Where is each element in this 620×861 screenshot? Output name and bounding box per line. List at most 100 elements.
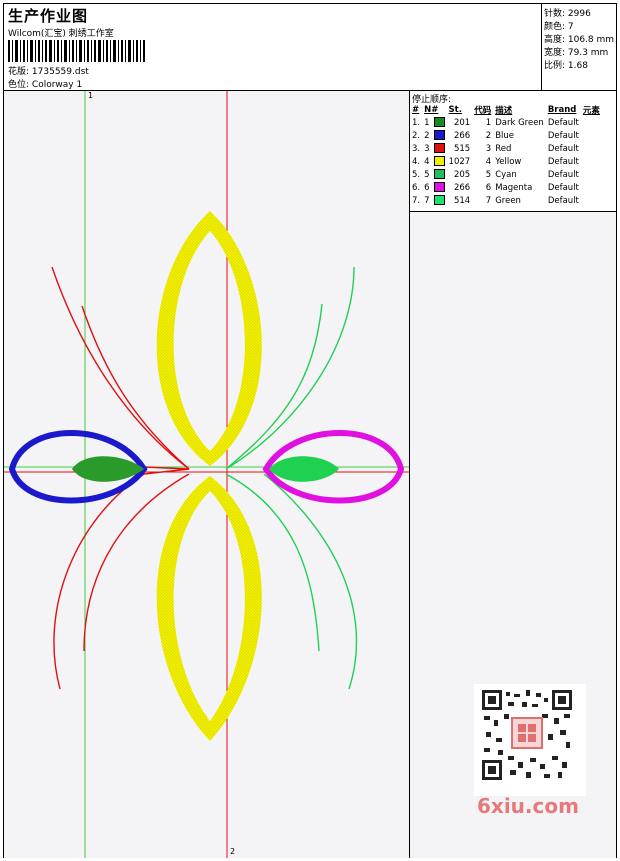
colorway-label: 色位: <box>8 80 30 90</box>
table-header-row: # N# St. 代码 描述 Brand 元素 <box>410 103 602 116</box>
row-index: 7. <box>412 195 421 206</box>
row-code: 3 <box>485 143 492 154</box>
table-row: 5. 5 205 5 Cyan Default <box>410 168 602 181</box>
color-count: 颜色: 7 <box>544 22 574 32</box>
design-width: 宽度: 79.3 mm <box>544 48 609 58</box>
row-stitches: 205 <box>453 169 471 180</box>
row-swatch <box>432 142 447 155</box>
company-name: Wilcom(汇宝) 刺绣工作室 <box>8 29 114 39</box>
file-label: 花版: <box>8 67 30 77</box>
row-index: 6. <box>412 182 421 193</box>
barcode <box>8 40 145 62</box>
embroidery-design <box>4 91 409 858</box>
stop-sequence-panel: 停止顺序: # N# St. 代码 描述 Brand 元素 1. 1 201 1 Dar… <box>410 91 616 212</box>
color-swatch <box>433 195 445 206</box>
row-brand: Default <box>547 130 579 141</box>
header: 生产作业图 Wilcom(汇宝) 刺绣工作室 花版: 1735559.dst 色… <box>4 4 616 91</box>
row-desc: Magenta <box>495 182 533 193</box>
row-swatch <box>432 155 447 168</box>
row-element <box>581 129 602 142</box>
color-swatch <box>433 130 445 141</box>
row-stitches: 266 <box>453 182 471 193</box>
stats-panel: 针数: 2996 颜色: 7 高度: 106.8 mm 宽度: 79.3 mm … <box>541 4 617 90</box>
row-code: 6 <box>485 182 492 193</box>
table-row: 4. 4 1027 4 Yellow Default <box>410 155 602 168</box>
color-swatch <box>433 182 445 193</box>
table-row: 7. 7 514 7 Green Default <box>410 194 602 207</box>
file-value: 1735559.dst <box>31 67 89 77</box>
yellow-petal-bottom <box>156 476 262 741</box>
table-row: 6. 6 266 6 Magenta Default <box>410 181 602 194</box>
row-swatch <box>432 168 447 181</box>
design-ratio: 比例: 1.68 <box>544 61 588 71</box>
row-element <box>581 181 602 194</box>
col-code: 代码 <box>474 105 492 116</box>
row-code: 2 <box>485 130 492 141</box>
col-desc: 描述 <box>495 105 513 116</box>
color-swatch <box>433 169 445 180</box>
qr-code <box>474 684 586 796</box>
guide-label-top: 1 <box>88 91 94 100</box>
row-element <box>581 155 602 168</box>
design-preview: 1 2 <box>4 91 410 858</box>
row-brand: Default <box>547 117 579 128</box>
row-swatch <box>432 129 447 142</box>
row-n: 2 <box>424 130 430 141</box>
row-n: 5 <box>424 169 430 180</box>
table-row: 1. 1 201 1 Dark Green Default <box>410 116 602 129</box>
row-stitches: 266 <box>453 130 471 141</box>
worksheet-frame: 生产作业图 Wilcom(汇宝) 刺绣工作室 花版: 1735559.dst 色… <box>3 3 617 858</box>
row-brand: Default <box>547 156 579 167</box>
row-n: 4 <box>424 156 430 167</box>
colorway-value: Colorway 1 <box>31 80 83 90</box>
row-element <box>581 194 602 207</box>
row-element <box>581 116 602 129</box>
color-swatch <box>433 143 445 154</box>
row-n: 3 <box>424 143 430 154</box>
col-brand: Brand <box>547 104 577 115</box>
row-brand: Default <box>547 195 579 206</box>
row-code: 4 <box>485 156 492 167</box>
row-stitches: 515 <box>453 143 471 154</box>
row-swatch <box>432 116 447 129</box>
row-swatch <box>432 194 447 207</box>
color-swatch <box>433 117 445 128</box>
row-index: 3. <box>412 143 421 154</box>
row-desc: Dark Green <box>495 117 544 128</box>
qr-pattern <box>482 690 572 780</box>
col-index: # <box>412 104 420 115</box>
table-row: 3. 3 515 3 Red Default <box>410 142 602 155</box>
stitch-count: 针数: 2996 <box>544 9 591 19</box>
row-index: 5. <box>412 169 421 180</box>
row-brand: Default <box>547 182 579 193</box>
guide-label-bottom: 2 <box>230 847 236 856</box>
cyan-fill <box>269 456 339 482</box>
row-n: 6 <box>424 182 430 193</box>
design-height: 高度: 106.8 mm <box>544 35 615 45</box>
row-brand: Default <box>547 169 579 180</box>
row-desc: Cyan <box>495 169 517 180</box>
color-swatch <box>433 156 445 167</box>
row-brand: Default <box>547 143 579 154</box>
table-row: 2. 2 266 2 Blue Default <box>410 129 602 142</box>
col-element: 元素 <box>582 105 600 116</box>
row-code: 5 <box>485 169 492 180</box>
stop-sequence-table: # N# St. 代码 描述 Brand 元素 1. 1 201 1 Dark Gree… <box>410 103 602 207</box>
row-element <box>581 142 602 155</box>
row-desc: Green <box>495 195 521 206</box>
row-stitches: 1027 <box>448 156 471 167</box>
row-n: 1 <box>424 117 430 128</box>
colorway-info: 色位: Colorway 1 <box>8 77 82 90</box>
watermark-text: 6xiu.com <box>477 794 579 818</box>
row-code: 7 <box>485 195 492 206</box>
row-element <box>581 168 602 181</box>
row-index: 1. <box>412 117 421 128</box>
row-n: 7 <box>424 195 430 206</box>
col-n: N# <box>424 104 439 115</box>
row-index: 2. <box>412 130 421 141</box>
row-stitches: 201 <box>453 117 471 128</box>
row-index: 4. <box>412 156 421 167</box>
yellow-petal-top <box>156 211 262 466</box>
row-desc: Yellow <box>495 156 522 167</box>
row-desc: Red <box>495 143 512 154</box>
